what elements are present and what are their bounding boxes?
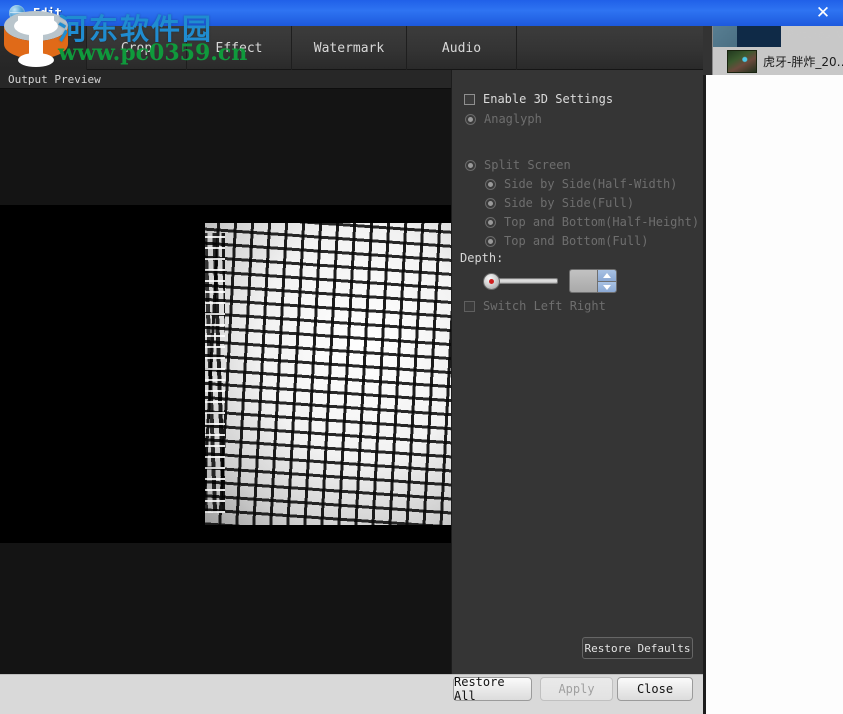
edit-dialog: Edit ✕ 3D Crop Effect Watermark Audio Ou… xyxy=(0,0,843,714)
tab-label: 3D xyxy=(35,40,51,56)
close-icon[interactable]: ✕ xyxy=(811,3,835,23)
depth-spinner-buttons xyxy=(597,270,616,292)
split-option-radio[interactable] xyxy=(485,216,496,228)
preview-stage xyxy=(0,89,451,680)
video-preview[interactable] xyxy=(0,205,451,543)
tab-bar: 3D Crop Effect Watermark Audio xyxy=(0,26,703,70)
anaglyph-label: Anaglyph xyxy=(484,112,542,126)
split-screen-radio[interactable] xyxy=(465,159,476,171)
enable-3d-settings-row[interactable]: Enable 3D Settings xyxy=(464,92,613,106)
tab-label: Crop xyxy=(120,40,153,56)
tab-3d[interactable]: 3D xyxy=(0,26,87,70)
tab-label: Audio xyxy=(441,40,482,56)
dialog-titlebar: Edit xyxy=(0,0,843,26)
split-option-label: Side by Side(Half-Width) xyxy=(504,177,678,191)
split-option-label: Top and Bottom(Half-Height) xyxy=(504,215,700,229)
depth-spinner[interactable] xyxy=(569,269,617,293)
split-option-top-and-bottom-full[interactable]: Top and Bottom(Full) xyxy=(485,234,649,248)
switch-left-right-label: Switch Left Right xyxy=(483,299,606,313)
app-root: Pictures_Vid… 虎牙-胖炸_20… Edit ✕ 3D Crop E… xyxy=(0,0,843,714)
spinner-up-button[interactable] xyxy=(598,270,616,281)
switch-left-right-checkbox[interactable] xyxy=(464,300,475,312)
restore-defaults-button[interactable]: Restore Defaults xyxy=(582,637,693,659)
tab-label: Effect xyxy=(215,40,263,56)
video-letterbox-left xyxy=(0,205,205,543)
tab-crop[interactable]: Crop xyxy=(87,26,187,70)
split-option-radio[interactable] xyxy=(485,235,496,247)
depth-slider[interactable] xyxy=(483,273,558,290)
depth-spinner-field[interactable] xyxy=(570,270,597,292)
settings-panel-3d: Enable 3D Settings Anaglyph Red/cyan ana… xyxy=(451,70,703,674)
anaglyph-radio[interactable] xyxy=(465,113,476,125)
split-screen-row[interactable]: Split Screen xyxy=(465,158,571,172)
globe-icon xyxy=(9,5,25,21)
tab-audio[interactable]: Audio xyxy=(407,26,517,70)
caret-up-icon xyxy=(603,273,611,278)
apply-button[interactable]: Apply xyxy=(540,677,613,701)
split-option-radio[interactable] xyxy=(485,178,496,190)
video-frame-image xyxy=(200,223,451,525)
split-screen-label: Split Screen xyxy=(484,158,571,172)
caret-down-icon xyxy=(603,284,611,290)
switch-left-right-row[interactable]: Switch Left Right xyxy=(464,299,606,313)
tab-effect[interactable]: Effect xyxy=(187,26,292,70)
enable-3d-settings-checkbox[interactable] xyxy=(464,93,475,105)
preview-column: Output Preview xyxy=(0,70,451,714)
preview-header: Output Preview xyxy=(0,70,451,89)
tab-watermark[interactable]: Watermark xyxy=(292,26,407,70)
spinner-down-button[interactable] xyxy=(598,281,616,292)
split-option-side-by-side-half-width[interactable]: Side by Side(Half-Width) xyxy=(485,177,677,191)
split-option-radio[interactable] xyxy=(485,197,496,209)
split-option-top-and-bottom-half-height[interactable]: Top and Bottom(Half-Height) xyxy=(485,215,699,229)
dialog-title: Edit xyxy=(33,6,62,20)
split-option-side-by-side-full[interactable]: Side by Side(Full) xyxy=(485,196,634,210)
split-option-label: Top and Bottom(Full) xyxy=(504,234,649,248)
depth-slider-handle[interactable] xyxy=(483,273,500,290)
depth-label: Depth: xyxy=(460,251,504,265)
split-option-label: Side by Side(Full) xyxy=(504,196,635,210)
restore-all-button[interactable]: Restore All xyxy=(453,675,532,703)
tab-label: Watermark xyxy=(313,40,385,56)
enable-3d-settings-label: Enable 3D Settings xyxy=(483,92,614,106)
close-button[interactable]: Close xyxy=(617,677,693,701)
preview-header-label: Output Preview xyxy=(8,72,101,86)
anaglyph-row[interactable]: Anaglyph xyxy=(465,112,542,126)
